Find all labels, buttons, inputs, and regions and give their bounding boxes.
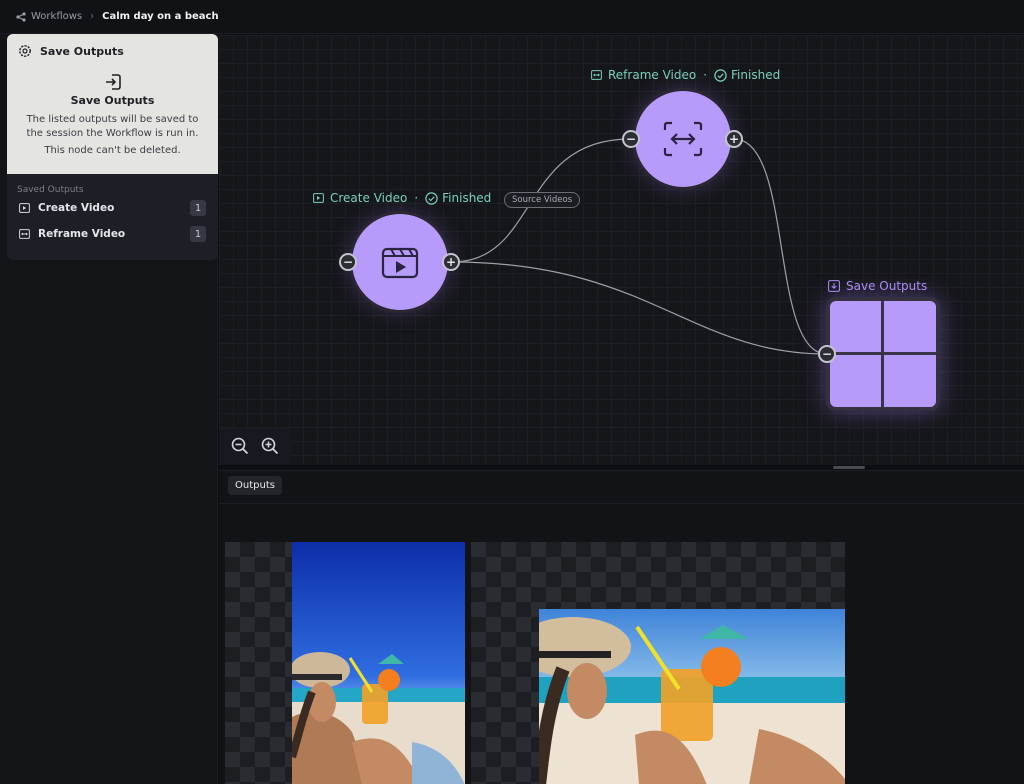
reframe-video-name: Reframe Video	[608, 68, 697, 82]
workflow-canvas[interactable]: Reframe Video · Finished − + Source Vide…	[219, 35, 1024, 465]
beach-photo-portrait	[292, 542, 465, 784]
saved-output-name: Create Video	[38, 202, 115, 214]
output-thumbnail-reframe-video[interactable]	[471, 542, 845, 784]
top-bar: Workflows › Calm day on a beach	[0, 0, 1024, 34]
save-outputs-input-port[interactable]: −	[818, 345, 836, 363]
outputs-area	[219, 503, 1024, 784]
gear-icon	[19, 45, 31, 57]
save-outputs-node[interactable]	[826, 297, 940, 411]
create-video-output-port[interactable]: +	[442, 253, 460, 271]
video-icon	[313, 193, 324, 203]
node-details-header-label: Save Outputs	[40, 44, 124, 58]
panel-resize-handle[interactable]	[833, 466, 865, 469]
node-details-note: This node can't be deleted.	[44, 145, 181, 156]
reframe-icon	[19, 229, 30, 239]
saved-outputs-label: Saved Outputs	[17, 185, 84, 195]
breadcrumb-separator-icon: ›	[90, 11, 95, 22]
workflow-icon	[16, 11, 26, 22]
saved-output-item-create-video[interactable]: Create Video 1	[7, 195, 218, 221]
node-details-card: Save Outputs Save Outputs The listed out…	[7, 34, 218, 174]
create-video-name: Create Video	[330, 191, 408, 205]
video-icon	[19, 203, 30, 213]
saved-output-item-reframe-video[interactable]: Reframe Video 1	[7, 221, 218, 247]
reframe-node-icon	[663, 121, 703, 157]
reframe-icon	[591, 70, 602, 80]
edge-create-to-save	[451, 261, 828, 355]
beach-image	[539, 609, 845, 784]
check-circle-icon	[425, 191, 438, 205]
create-video-input-port[interactable]: −	[339, 253, 357, 271]
node-details-header: Save Outputs	[7, 34, 218, 68]
create-video-node[interactable]	[349, 211, 451, 313]
beach-image	[292, 542, 465, 784]
saved-output-count: 1	[190, 226, 206, 242]
tab-outputs[interactable]: Outputs	[228, 476, 282, 495]
node-details-description: The listed outputs will be saved to the …	[26, 114, 199, 139]
edge-reframe-to-save	[733, 138, 828, 355]
reframe-video-status: Finished	[731, 68, 781, 82]
create-video-status: Finished	[442, 191, 492, 205]
breadcrumb-workflows-link[interactable]: Workflows	[31, 11, 82, 22]
saved-output-count: 1	[190, 200, 206, 216]
save-outputs-label: Save Outputs	[828, 279, 927, 293]
reframe-video-label: Reframe Video · Finished	[591, 68, 780, 82]
check-circle-icon	[714, 68, 727, 82]
beach-photo-landscape	[539, 609, 845, 784]
zoom-in-icon[interactable]	[261, 437, 279, 455]
export-icon	[105, 74, 121, 90]
sidebar: Save Outputs Save Outputs The listed out…	[0, 34, 218, 784]
breadcrumb-current: Calm day on a beach	[102, 11, 219, 22]
reframe-video-node[interactable]	[632, 88, 734, 190]
download-icon	[828, 280, 840, 292]
zoom-out-icon[interactable]	[231, 437, 249, 455]
clapperboard-icon	[381, 247, 419, 279]
grid-divider	[830, 352, 936, 355]
save-outputs-name: Save Outputs	[846, 279, 928, 293]
create-video-label: Create Video · Finished	[313, 191, 491, 205]
reframe-output-port[interactable]: +	[725, 130, 743, 148]
node-details-title: Save Outputs	[70, 94, 155, 107]
saved-outputs-panel: Saved Outputs Create Video 1 Reframe Vid…	[7, 174, 218, 260]
edge-tag-source-videos[interactable]: Source Videos	[504, 192, 581, 208]
output-thumbnail-create-video[interactable]	[225, 542, 465, 784]
outputs-bar: Outputs	[219, 470, 1024, 503]
saved-output-name: Reframe Video	[38, 228, 126, 240]
zoom-controls	[219, 428, 291, 464]
reframe-input-port[interactable]: −	[622, 130, 640, 148]
